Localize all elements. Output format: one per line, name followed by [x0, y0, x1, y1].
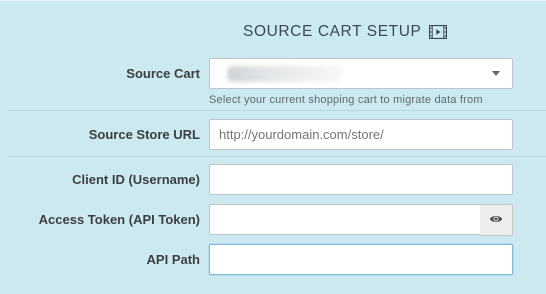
access-token-input[interactable]	[209, 204, 481, 235]
api-path-input[interactable]	[209, 244, 513, 275]
source-cart-label: Source Cart	[126, 66, 200, 81]
source-cart-selected-value	[227, 65, 342, 82]
chevron-down-icon[interactable]	[492, 71, 500, 76]
client-id-label: Client ID (Username)	[72, 172, 200, 187]
eye-icon	[489, 211, 503, 229]
api-path-label: API Path	[146, 252, 200, 267]
section-title: SOURCE CART SETUP	[243, 23, 448, 41]
video-icon[interactable]	[429, 24, 448, 40]
section-divider	[8, 156, 546, 157]
section-title-text: SOURCE CART SETUP	[243, 23, 422, 40]
show-token-button[interactable]	[480, 204, 513, 236]
access-token-label: Access Token (API Token)	[38, 212, 200, 227]
source-cart-select[interactable]	[209, 58, 513, 89]
client-id-input[interactable]	[209, 164, 513, 195]
source-store-url-input[interactable]	[209, 119, 513, 150]
section-divider	[8, 110, 546, 111]
source-store-url-label: Source Store URL	[88, 127, 200, 142]
source-cart-setup-panel: SOURCE CART SETUP Source Cart Select you…	[0, 0, 546, 294]
source-cart-help-text: Select your current shopping cart to mig…	[209, 94, 483, 106]
